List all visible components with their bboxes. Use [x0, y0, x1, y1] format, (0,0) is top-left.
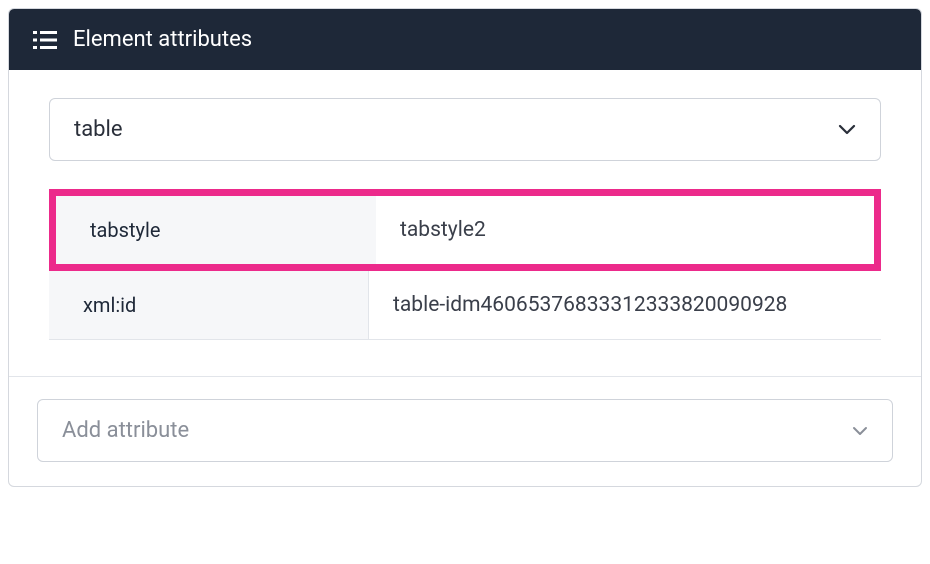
list-icon: [33, 30, 57, 50]
attribute-value: table-idm46065376833312333820090928: [369, 271, 881, 339]
panel-title: Element attributes: [73, 27, 252, 52]
attribute-key: tabstyle: [56, 196, 376, 264]
add-attribute-placeholder: Add attribute: [62, 418, 189, 443]
attribute-row[interactable]: tabstyle tabstyle2: [49, 189, 881, 271]
panel-footer: Add attribute: [9, 376, 921, 486]
attribute-row[interactable]: xml:id table-idm460653768333123338200909…: [49, 271, 881, 340]
element-select[interactable]: table: [49, 98, 881, 161]
chevron-down-icon: [838, 124, 856, 136]
chevron-down-icon: [852, 421, 868, 440]
panel-body: table tabstyle tabstyle2 xml:id table-id…: [9, 70, 921, 340]
element-select-value: table: [74, 117, 123, 142]
panel-header: Element attributes: [9, 9, 921, 70]
attribute-value: tabstyle2: [376, 196, 874, 264]
attributes-table: tabstyle tabstyle2 xml:id table-idm46065…: [49, 189, 881, 340]
add-attribute-select[interactable]: Add attribute: [37, 399, 893, 462]
element-attributes-panel: Element attributes table tabstyle tabsty…: [8, 8, 922, 487]
attribute-key: xml:id: [49, 271, 369, 339]
